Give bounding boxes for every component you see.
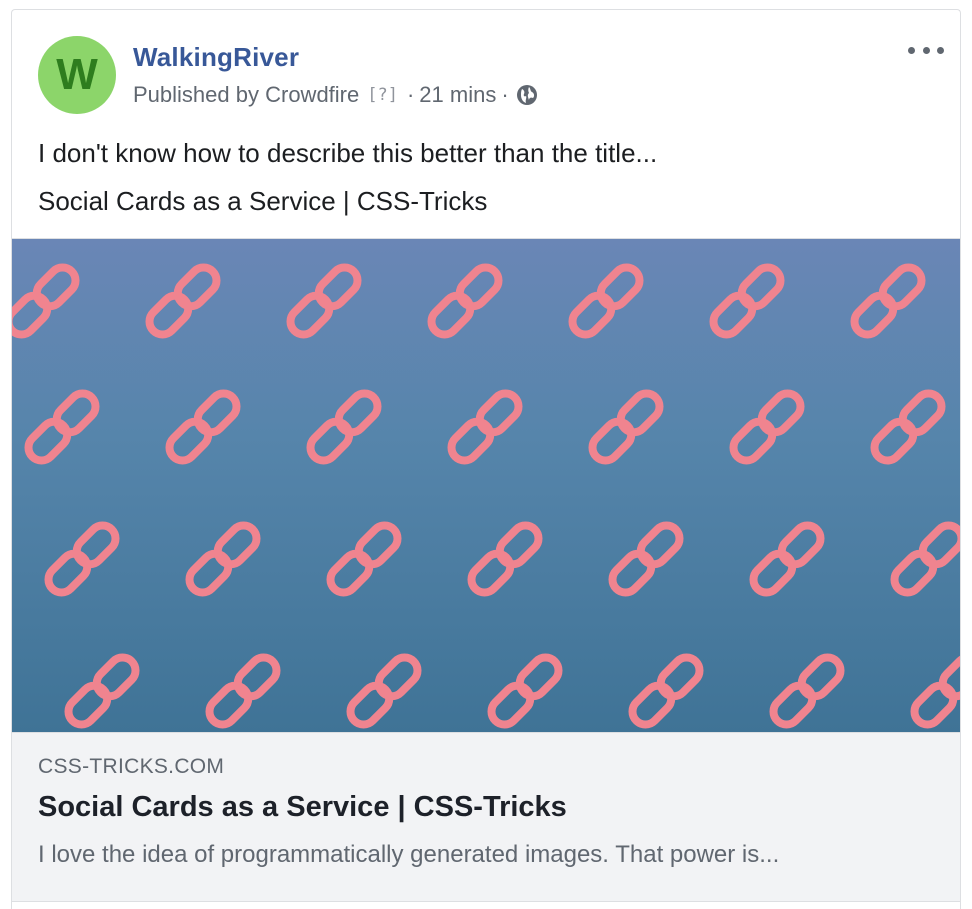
dot-1 (908, 46, 915, 54)
chain-link-icon (869, 388, 947, 466)
globe-icon[interactable] (516, 84, 538, 106)
chain-link-icon (889, 520, 960, 598)
dot-3 (937, 46, 944, 54)
chain-link-pattern (12, 239, 960, 733)
chain-link-icon (768, 652, 846, 730)
page-name-link[interactable]: WalkingRiver (133, 42, 299, 73)
chain-link-icon (426, 262, 504, 340)
chain-link-icon (607, 520, 685, 598)
chain-link-icon (486, 652, 564, 730)
avatar-letter: W (56, 50, 98, 99)
chain-link-icon (164, 388, 242, 466)
separator-dot-2: · (501, 82, 509, 107)
chain-link-icon (204, 652, 282, 730)
chain-link-icon (23, 388, 101, 466)
post-time[interactable]: 21 mins (419, 82, 496, 108)
link-preview-image[interactable] (12, 238, 960, 733)
chain-link-icon (144, 262, 222, 340)
link-preview[interactable]: CSS-TRICKS.COM Social Cards as a Service… (12, 732, 960, 902)
chain-link-icon (43, 520, 121, 598)
chain-link-icon (909, 652, 960, 730)
chain-link-icon (728, 388, 806, 466)
post-text: I don't know how to describe this better… (38, 138, 658, 168)
dot-2 (922, 46, 930, 54)
chain-link-icon (285, 262, 363, 340)
post-meta: Published by Crowdfire [?] · 21 mins · (133, 82, 538, 108)
chain-link-icon (748, 520, 826, 598)
post-card: W WalkingRiver Published by Crowdfire [?]… (11, 9, 961, 909)
more-options-icon[interactable] (908, 42, 944, 58)
chain-link-icon (325, 520, 403, 598)
link-title[interactable]: Social Cards as a Service | CSS-Tricks (38, 791, 567, 824)
post-shared-title: Social Cards as a Service | CSS-Tricks (38, 186, 488, 216)
help-link[interactable]: [?] (367, 85, 398, 105)
chain-link-icon (63, 652, 141, 730)
separator-dot: · (406, 82, 415, 107)
chain-link-icon (466, 520, 544, 598)
chain-link-icon (305, 388, 383, 466)
chain-link-icon (446, 388, 524, 466)
chain-link-icon (567, 262, 645, 340)
publisher-link[interactable]: Crowdfire (265, 82, 359, 108)
chain-link-icon (708, 262, 786, 340)
chain-link-icon (849, 262, 927, 340)
link-domain: CSS-TRICKS.COM (38, 755, 225, 778)
published-by-label: Published by (133, 82, 259, 107)
chain-link-icon (627, 652, 705, 730)
chain-link-icon (587, 388, 665, 466)
link-description: I love the idea of programmatically gene… (38, 841, 780, 868)
page-avatar[interactable]: W (38, 36, 116, 114)
chain-link-icon (184, 520, 262, 598)
chain-link-icon (12, 262, 81, 340)
chain-link-icon (345, 652, 423, 730)
